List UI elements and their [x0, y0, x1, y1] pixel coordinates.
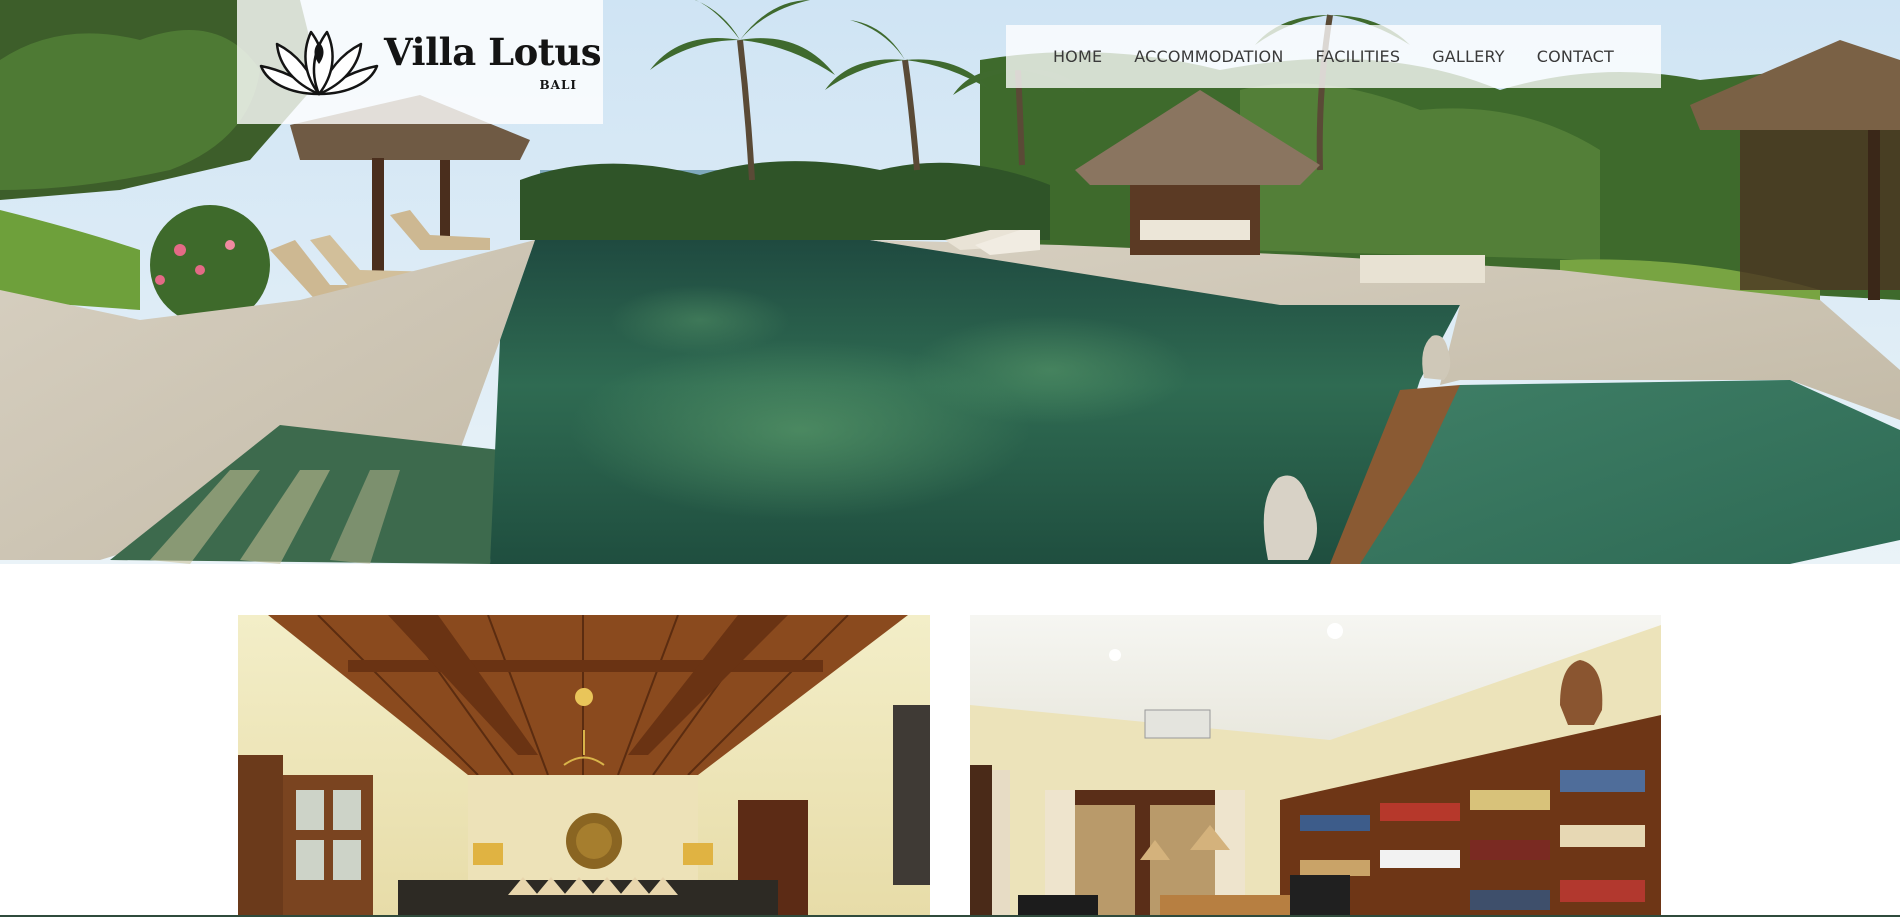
living-room-photo[interactable]: [238, 615, 930, 917]
logo-subtitle: BALI: [539, 78, 577, 92]
main-nav: HOME ACCOMMODATION FACILITIES GALLERY CO…: [1006, 25, 1661, 88]
logo[interactable]: Villa Lotus BALI: [237, 0, 603, 124]
nav-gallery[interactable]: GALLERY: [1416, 47, 1521, 66]
page: Villa Lotus BALI HOME ACCOMMODATION FACI…: [0, 0, 1900, 917]
nav-accommodation[interactable]: ACCOMMODATION: [1118, 47, 1299, 66]
nav-home[interactable]: HOME: [1037, 47, 1118, 66]
lotus-icon: [259, 30, 379, 96]
logo-name: Villa Lotus: [384, 30, 602, 74]
library-room-photo[interactable]: [970, 615, 1661, 917]
nav-facilities[interactable]: FACILITIES: [1300, 47, 1417, 66]
nav-contact[interactable]: CONTACT: [1521, 47, 1630, 66]
hero-banner: Villa Lotus BALI HOME ACCOMMODATION FACI…: [0, 0, 1900, 564]
